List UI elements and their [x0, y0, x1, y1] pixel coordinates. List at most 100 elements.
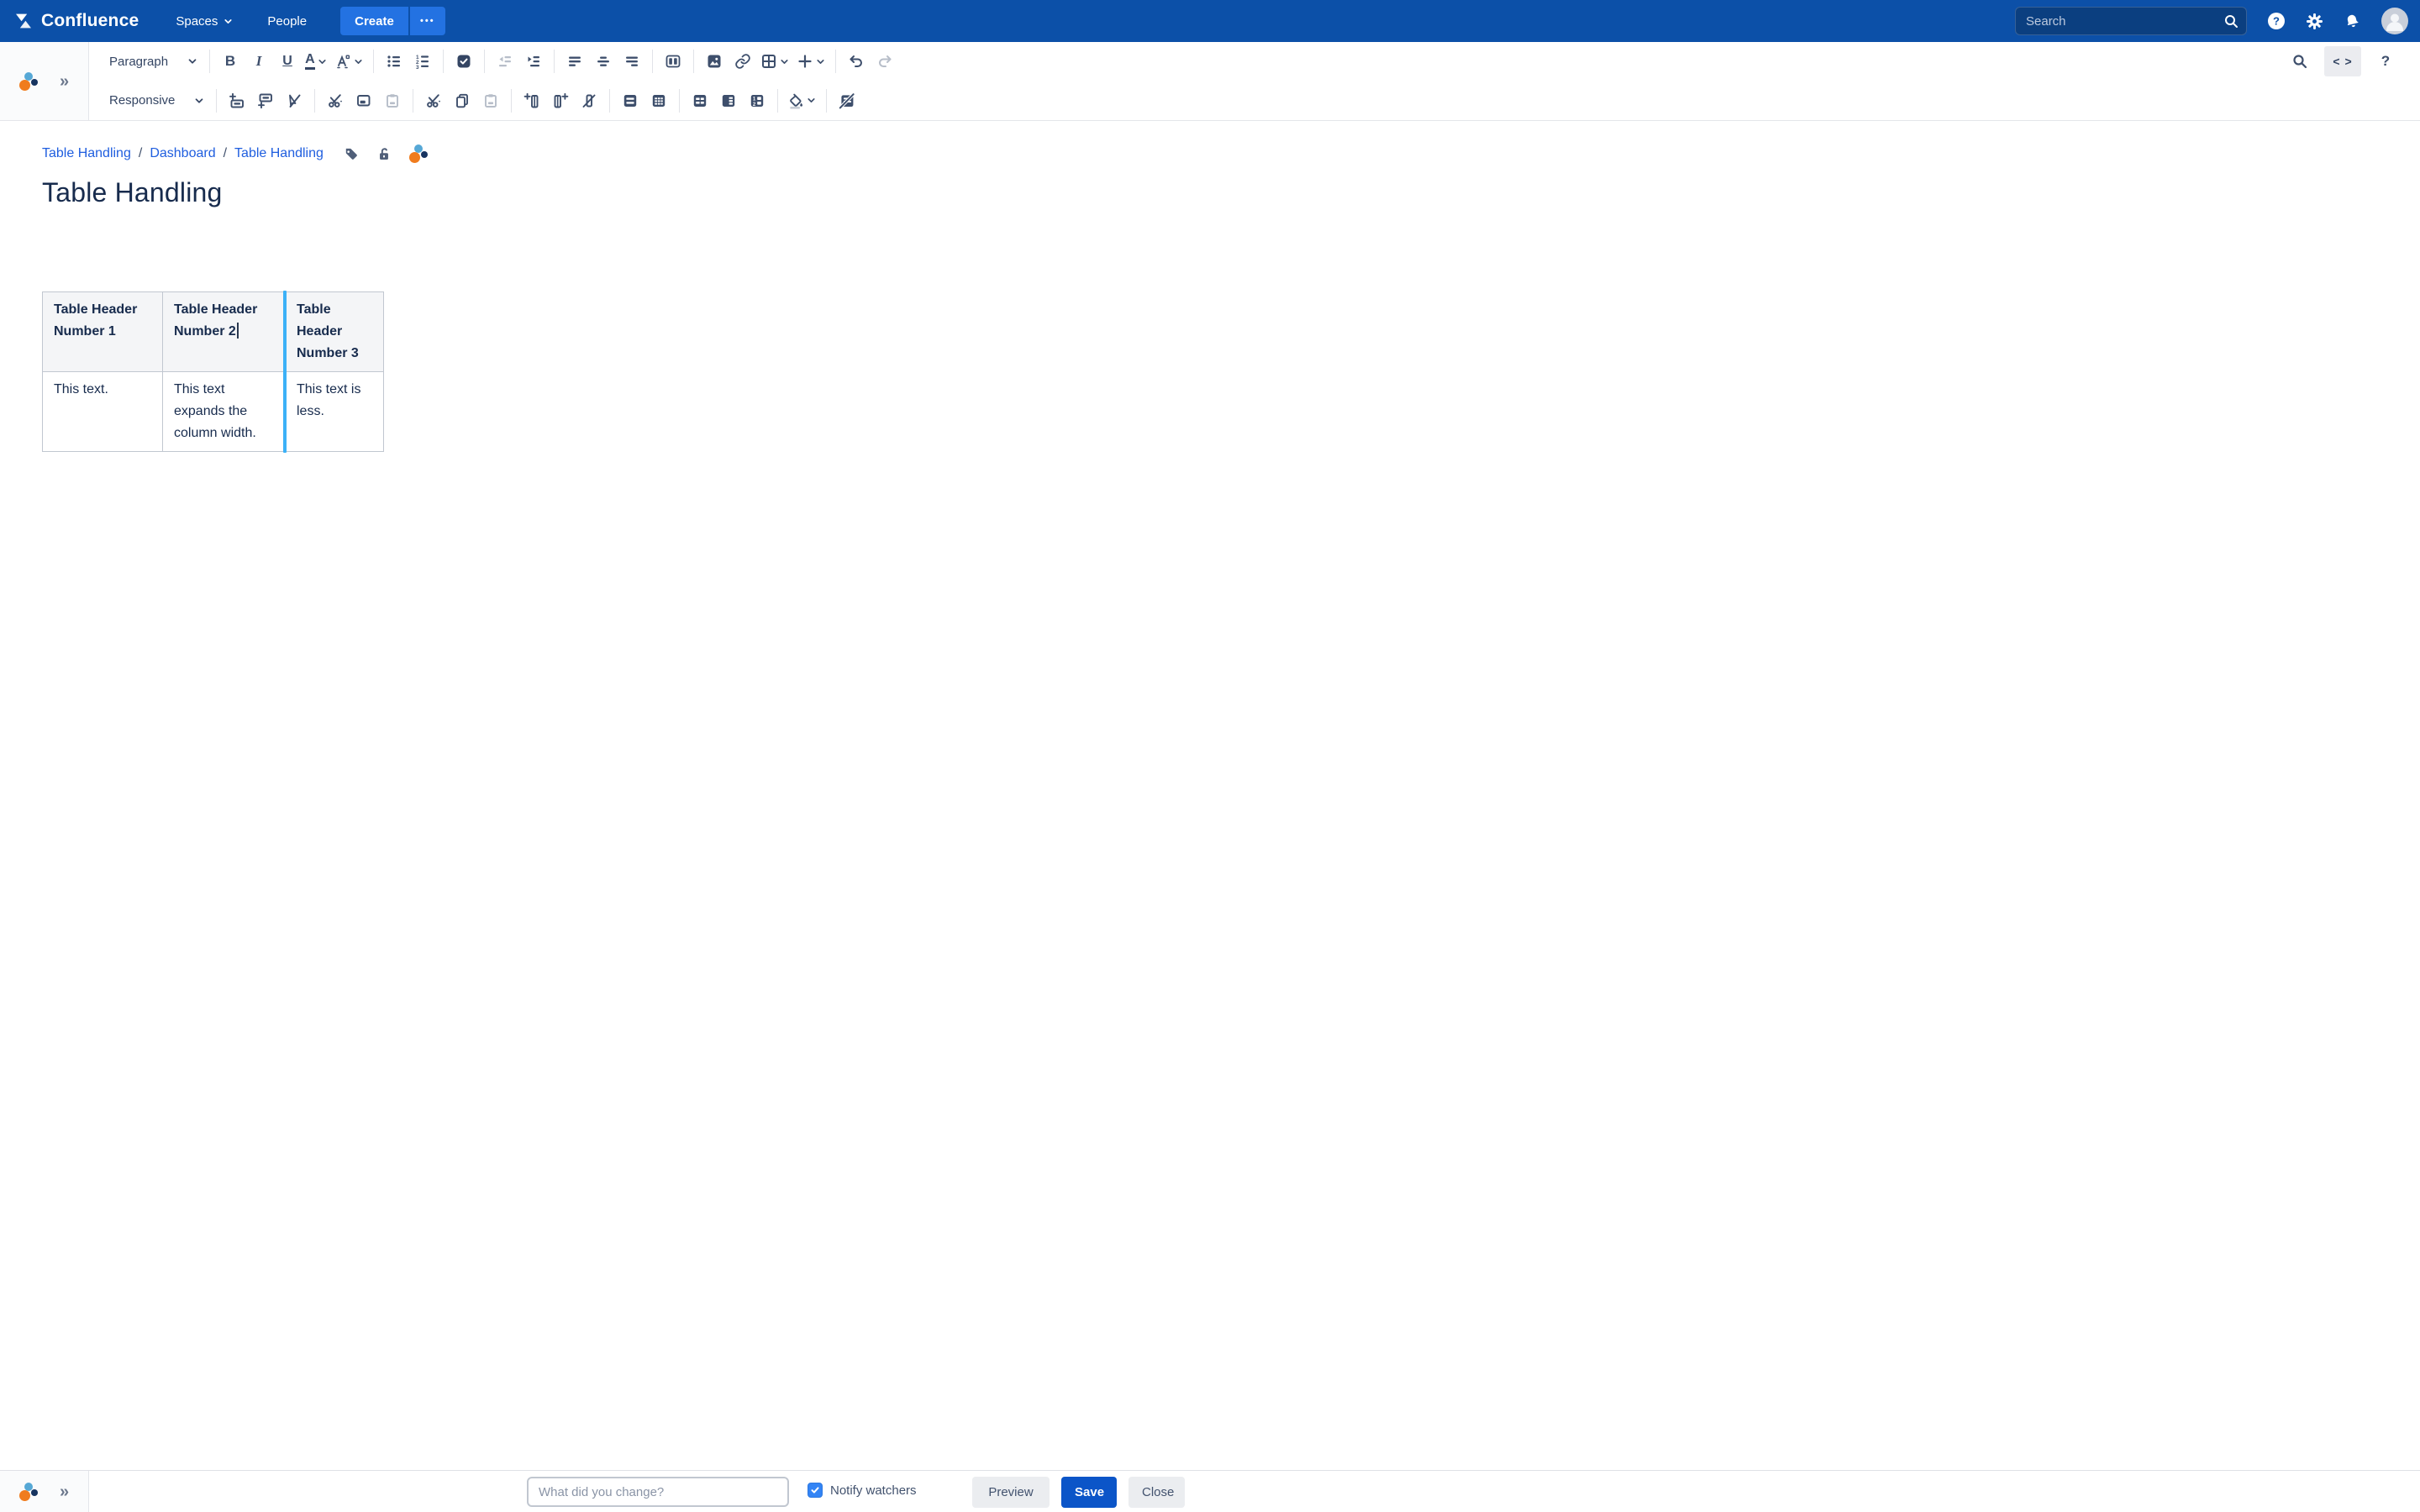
paste-row-button — [378, 86, 407, 116]
find-replace-button[interactable] — [2286, 46, 2314, 76]
create-more-button[interactable]: ••• — [410, 7, 445, 35]
version-comment-input[interactable] — [527, 1477, 789, 1507]
italic-icon: I — [256, 53, 262, 70]
labels-tag-icon[interactable] — [343, 146, 359, 162]
cut-row-button[interactable] — [321, 86, 350, 116]
insert-more-button[interactable] — [793, 46, 829, 76]
chevron-down-icon — [353, 56, 364, 67]
insert-column-after-button[interactable] — [546, 86, 575, 116]
bullet-list-icon — [386, 53, 402, 70]
outdent-button — [491, 46, 519, 76]
notifications-button[interactable] — [2344, 13, 2361, 30]
remove-table-button[interactable] — [833, 86, 861, 116]
create-group: Create ••• — [340, 7, 445, 35]
breadcrumb: Table Handling / Dashboard / Table Handl… — [42, 144, 2420, 163]
table-body-row: This text. This text expands the column … — [43, 372, 384, 452]
more-formatting-button[interactable] — [331, 46, 367, 76]
merge-cells-button[interactable] — [616, 86, 644, 116]
breadcrumb-dashboard-link[interactable]: Dashboard — [150, 146, 215, 161]
undo-button[interactable] — [842, 46, 871, 76]
bullet-list-button[interactable] — [380, 46, 408, 76]
table-cell-1[interactable]: This text. — [43, 372, 163, 452]
copy-row-button[interactable] — [350, 86, 378, 116]
create-button[interactable]: Create — [340, 7, 408, 35]
remove-row-button[interactable] — [280, 86, 308, 116]
settings-button[interactable] — [2306, 13, 2323, 30]
paste-icon — [384, 92, 401, 109]
nav-right-cluster: ? — [2015, 7, 2408, 35]
page-layout-icon — [665, 53, 681, 70]
unlock-icon[interactable] — [376, 146, 392, 162]
table-header-row: Table Header Number 1 Table Header Numbe… — [43, 292, 384, 372]
insert-column-before-button[interactable] — [518, 86, 546, 116]
copy-column-button[interactable] — [448, 86, 476, 116]
space-logo-icon[interactable] — [19, 72, 38, 91]
cut-column-button[interactable] — [419, 86, 448, 116]
breadcrumb-page-link[interactable]: Table Handling — [234, 146, 324, 161]
preview-button[interactable]: Preview — [972, 1477, 1050, 1508]
table-display-dropdown[interactable]: Responsive — [104, 86, 210, 116]
align-right-button[interactable] — [618, 46, 646, 76]
italic-button[interactable]: I — [245, 46, 273, 76]
close-button[interactable]: Close — [1128, 1477, 1185, 1508]
breadcrumb-space-link[interactable]: Table Handling — [42, 146, 131, 161]
nav-people[interactable]: People — [267, 14, 307, 29]
space-logo-icon[interactable] — [19, 1483, 38, 1501]
text-color-button[interactable]: A — [302, 46, 331, 76]
remove-column-button[interactable] — [575, 86, 603, 116]
numbered-list-button[interactable]: 123 — [408, 46, 437, 76]
page-title: Table Handling — [42, 177, 2420, 208]
table-header-cell-2[interactable]: Table Header Number 2 — [163, 292, 286, 372]
chevron-down-icon — [815, 56, 826, 67]
nav-spaces[interactable]: Spaces — [176, 14, 234, 29]
insert-table-button[interactable] — [757, 46, 793, 76]
numbering-column-toggle-button[interactable]: 12 — [743, 86, 771, 116]
underline-button[interactable]: U — [273, 46, 302, 76]
notify-watchers-checkbox[interactable] — [808, 1483, 823, 1498]
space-logo-icon[interactable] — [409, 144, 428, 163]
text-color-icon: A — [305, 53, 315, 70]
remove-row-icon — [286, 92, 302, 109]
table-header-cell-1[interactable]: Table Header Number 1 — [43, 292, 163, 372]
cell-background-color-button[interactable] — [784, 86, 820, 116]
table-cell-3[interactable]: This text is less. — [286, 372, 384, 452]
align-left-button[interactable] — [560, 46, 589, 76]
underline-icon: U — [282, 54, 292, 69]
paragraph-style-dropdown[interactable]: Paragraph — [104, 46, 203, 76]
notify-watchers-control[interactable]: Notify watchers — [808, 1483, 917, 1498]
confluence-brand[interactable]: Confluence — [13, 11, 139, 31]
task-list-button[interactable] — [450, 46, 478, 76]
more-formatting-icon — [334, 53, 351, 70]
brand-name: Confluence — [41, 11, 139, 31]
numbered-list-icon: 123 — [414, 53, 431, 70]
source-editor-toggle[interactable]: < > — [2324, 46, 2361, 76]
sidebar-expand-button[interactable]: » — [60, 1483, 69, 1500]
editor-help-button[interactable]: ? — [2371, 46, 2400, 76]
search-input[interactable] — [2015, 7, 2247, 35]
search-icon[interactable] — [2223, 13, 2239, 29]
copy-icon — [454, 92, 471, 109]
bold-button[interactable]: B — [216, 46, 245, 76]
user-avatar[interactable] — [2381, 8, 2408, 34]
insert-link-button[interactable] — [729, 46, 757, 76]
header-column-toggle-button[interactable] — [714, 86, 743, 116]
insert-row-above-button[interactable] — [223, 86, 251, 116]
column-resize-indicator[interactable] — [283, 291, 287, 453]
header-row-toggle-button[interactable] — [686, 86, 714, 116]
notify-watchers-label: Notify watchers — [830, 1483, 917, 1498]
align-center-button[interactable] — [589, 46, 618, 76]
link-icon — [734, 53, 751, 70]
table-cell-2[interactable]: This text expands the column width. — [163, 372, 286, 452]
content-table[interactable]: Table Header Number 1 Table Header Numbe… — [42, 291, 384, 452]
table-header-cell-3[interactable]: Table Header Number 3 — [286, 292, 384, 372]
save-button[interactable]: Save — [1061, 1477, 1117, 1508]
help-button[interactable]: ? — [2267, 12, 2286, 30]
insert-row-below-button[interactable] — [251, 86, 280, 116]
insert-image-button[interactable] — [700, 46, 729, 76]
sidebar-expand-button[interactable]: » — [60, 73, 69, 90]
page-layout-button[interactable] — [659, 46, 687, 76]
editor-toolbar-strip: » Paragraph B I U A — [0, 42, 2420, 121]
split-cells-button[interactable] — [644, 86, 673, 116]
indent-button[interactable] — [519, 46, 548, 76]
align-center-icon — [595, 53, 612, 70]
